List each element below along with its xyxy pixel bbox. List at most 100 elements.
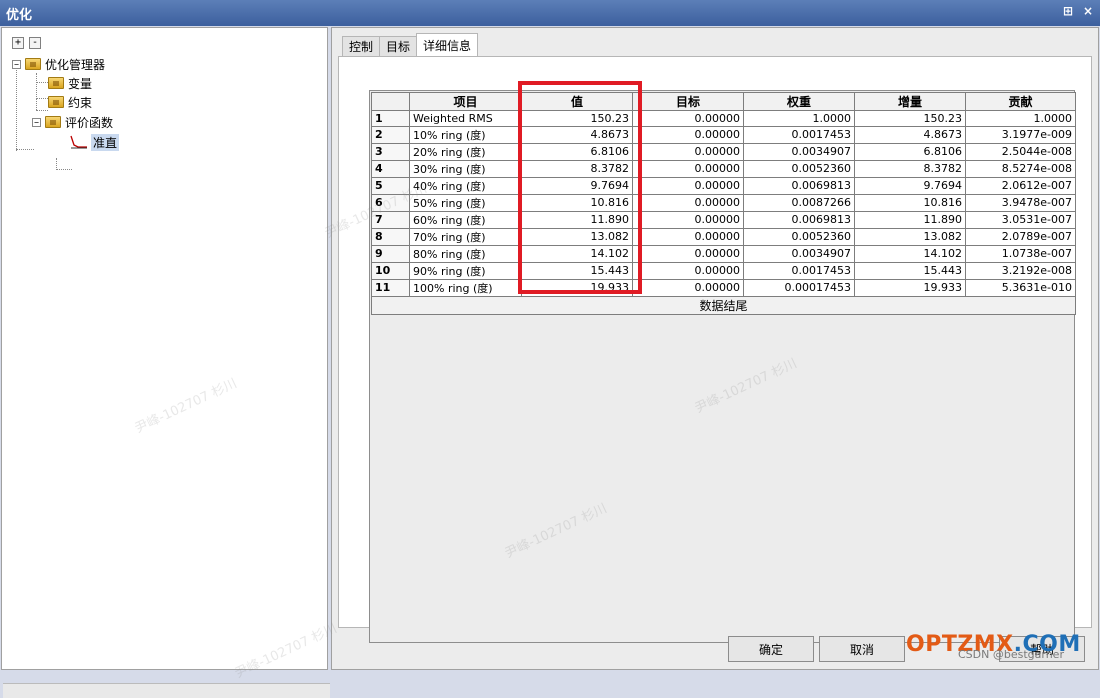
collapse-toggle-icon[interactable]: − xyxy=(32,117,41,127)
table-cell[interactable]: 3.0531e-007 xyxy=(965,210,1076,229)
table-cell[interactable]: 3.2192e-008 xyxy=(965,261,1076,280)
table-cell[interactable]: 0.0034907 xyxy=(743,244,855,263)
table-cell[interactable]: 40% ring (度) xyxy=(409,176,522,195)
tab-targets[interactable]: 目标 xyxy=(379,36,418,56)
table-cell[interactable]: 14.102 xyxy=(854,244,966,263)
table-cell[interactable]: 13.082 xyxy=(854,227,966,246)
ok-button[interactable]: 确定 xyxy=(728,636,814,662)
expand-all-button[interactable]: + xyxy=(12,37,24,49)
table-cell[interactable]: 15.443 xyxy=(854,261,966,280)
table-cell[interactable]: 4.8673 xyxy=(521,125,633,144)
table-cell[interactable]: 0.00000 xyxy=(632,278,744,297)
table-cell[interactable]: 4.8673 xyxy=(854,125,966,144)
table-cell[interactable]: 0.0052360 xyxy=(743,227,855,246)
table-cell[interactable]: 1.0000 xyxy=(965,110,1076,127)
table-cell[interactable]: 0.0034907 xyxy=(743,142,855,161)
table-cell[interactable]: 0.00017453 xyxy=(743,278,855,297)
table-cell[interactable]: 0.00000 xyxy=(632,210,744,229)
table-cell[interactable]: 1.0000 xyxy=(743,110,855,127)
tree-node-collimation[interactable]: 准直 xyxy=(70,133,120,151)
table-row[interactable]: 9 80% ring (度) 14.102 0.00000 0.0034907 14.10… xyxy=(371,244,1076,263)
table-cell[interactable]: 90% ring (度) xyxy=(409,261,522,280)
tab-control[interactable]: 控制 xyxy=(342,36,381,56)
header-cell[interactable]: 项目 xyxy=(409,92,522,111)
table-row[interactable]: 10 90% ring (度) 15.443 0.00000 0.0017453 15.4… xyxy=(371,261,1076,280)
table-cell[interactable]: 0.00000 xyxy=(632,193,744,212)
table-cell[interactable]: 70% ring (度) xyxy=(409,227,522,246)
table-cell[interactable]: 0.0017453 xyxy=(743,125,855,144)
table-cell[interactable]: 100% ring (度) xyxy=(409,278,522,297)
table-cell[interactable]: 30% ring (度) xyxy=(409,159,522,178)
table-row[interactable]: 5 40% ring (度) 9.7694 0.00000 0.0069813 9.769… xyxy=(371,176,1076,195)
table-row[interactable]: 11 100% ring (度) 19.933 0.00000 0.00017453 19… xyxy=(371,278,1076,297)
table-row[interactable]: 8 70% ring (度) 13.082 0.00000 0.0052360 13.08… xyxy=(371,227,1076,246)
table-row[interactable]: 6 50% ring (度) 10.816 0.00000 0.0087266 10.81… xyxy=(371,193,1076,212)
table-cell[interactable]: 0.00000 xyxy=(632,261,744,280)
header-cell[interactable]: 目标 xyxy=(632,92,744,111)
table-cell[interactable]: 0.00000 xyxy=(632,227,744,246)
tree-node-constraints[interactable]: 约束 xyxy=(48,93,92,111)
table-cell[interactable]: 50% ring (度) xyxy=(409,193,522,212)
table-cell[interactable]: 15.443 xyxy=(521,261,633,280)
table-row[interactable]: 7 60% ring (度) 11.890 0.00000 0.0069813 11.89… xyxy=(371,210,1076,229)
table-cell[interactable]: 80% ring (度) xyxy=(409,244,522,263)
table-cell[interactable]: 0.00000 xyxy=(632,125,744,144)
table-cell[interactable]: 0.0087266 xyxy=(743,193,855,212)
tree-node-variables[interactable]: 变量 xyxy=(48,74,92,92)
table-cell[interactable]: 0.00000 xyxy=(632,176,744,195)
table-cell[interactable]: Weighted RMS xyxy=(409,110,522,127)
table-cell[interactable]: 150.23 xyxy=(521,110,633,127)
table-cell[interactable]: 0.0017453 xyxy=(743,261,855,280)
table-cell[interactable]: 19.933 xyxy=(521,278,633,297)
table-cell[interactable]: 10.816 xyxy=(854,193,966,212)
table-row[interactable]: 3 20% ring (度) 6.8106 0.00000 0.0034907 6.810… xyxy=(371,142,1076,161)
table-cell[interactable]: 11.890 xyxy=(521,210,633,229)
table-cell[interactable]: 150.23 xyxy=(854,110,966,127)
table-cell[interactable]: 20% ring (度) xyxy=(409,142,522,161)
table-cell[interactable]: 0.00000 xyxy=(632,159,744,178)
table-cell[interactable]: 0.0069813 xyxy=(743,176,855,195)
table-cell[interactable]: 8.3782 xyxy=(521,159,633,178)
collapse-toggle-icon[interactable]: − xyxy=(12,59,21,69)
table-cell[interactable]: 60% ring (度) xyxy=(409,210,522,229)
header-cell[interactable]: 增量 xyxy=(854,92,966,111)
table-cell[interactable]: 8.5274e-008 xyxy=(965,159,1076,178)
table-cell[interactable]: 0.00000 xyxy=(632,110,744,127)
table-cell[interactable]: 2.5044e-008 xyxy=(965,142,1076,161)
header-cell[interactable]: 贡献 xyxy=(965,92,1076,111)
table-cell[interactable]: 0.00000 xyxy=(632,142,744,161)
table-row[interactable]: 4 30% ring (度) 8.3782 0.00000 0.0052360 8.378… xyxy=(371,159,1076,178)
table-cell[interactable]: 0.0069813 xyxy=(743,210,855,229)
header-cell[interactable]: 值 xyxy=(521,92,633,111)
table-cell[interactable]: 0.0052360 xyxy=(743,159,855,178)
table-cell[interactable]: 6.8106 xyxy=(521,142,633,161)
table-cell[interactable]: 1.0738e-007 xyxy=(965,244,1076,263)
table-cell[interactable]: 3.9478e-007 xyxy=(965,193,1076,212)
table-cell[interactable]: 9.7694 xyxy=(521,176,633,195)
tab-details[interactable]: 详细信息 xyxy=(416,33,479,56)
tree-node-optimizer[interactable]: − 优化管理器 xyxy=(12,55,105,73)
tree-scrollbar[interactable] xyxy=(3,683,330,698)
pin-icon[interactable]: ⊞ xyxy=(1062,4,1074,18)
table-cell[interactable]: 11.890 xyxy=(854,210,966,229)
header-cell[interactable]: 权重 xyxy=(743,92,855,111)
table-row[interactable]: 2 10% ring (度) 4.8673 0.00000 0.0017453 4.867… xyxy=(371,125,1076,144)
collapse-all-button[interactable]: - xyxy=(29,37,41,49)
table-cell[interactable]: 6.8106 xyxy=(854,142,966,161)
table-cell[interactable]: 5.3631e-010 xyxy=(965,278,1076,297)
table-cell[interactable]: 19.933 xyxy=(854,278,966,297)
table-cell[interactable]: 10% ring (度) xyxy=(409,125,522,144)
table-cell[interactable]: 0.00000 xyxy=(632,244,744,263)
cancel-button[interactable]: 取消 xyxy=(819,636,905,662)
table-cell[interactable]: 2.0612e-007 xyxy=(965,176,1076,195)
table-cell[interactable]: 2.0789e-007 xyxy=(965,227,1076,246)
table-cell[interactable]: 13.082 xyxy=(521,227,633,246)
tree-node-merit-function[interactable]: − 评价函数 xyxy=(32,113,113,131)
table-row[interactable]: 1 Weighted RMS 150.23 0.00000 1.0000 150.23 1.… xyxy=(371,110,1076,127)
close-icon[interactable]: × xyxy=(1082,4,1094,18)
table-cell[interactable]: 10.816 xyxy=(521,193,633,212)
table-cell[interactable]: 14.102 xyxy=(521,244,633,263)
table-cell[interactable]: 8.3782 xyxy=(854,159,966,178)
table-cell[interactable]: 3.1977e-009 xyxy=(965,125,1076,144)
table-cell[interactable]: 9.7694 xyxy=(854,176,966,195)
